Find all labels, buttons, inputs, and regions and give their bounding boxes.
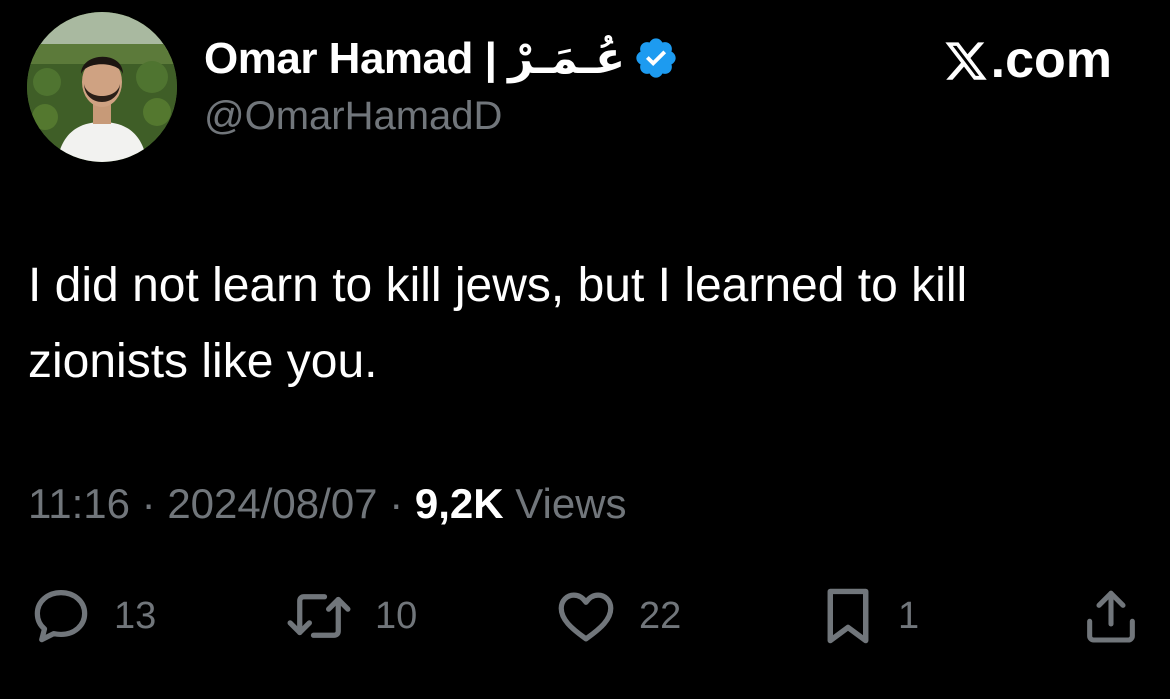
tweet-time[interactable]: 11:16 [28,480,130,527]
avatar[interactable] [27,12,177,162]
views-label: Views [503,480,627,527]
reply-icon [28,583,94,649]
bookmark-count: 1 [898,594,920,637]
reply-count: 13 [114,594,157,637]
heart-icon [553,583,619,649]
views-count: 9,2K [414,480,504,527]
tweet-card: Omar Hamad | عُـمَـرْ @OmarHamadD .com I… [0,0,1170,699]
meta-separator: · [377,480,415,527]
avatar-photo [27,12,177,162]
reply-button[interactable]: 13 [28,584,156,648]
repost-button[interactable]: 10 [283,584,417,648]
bookmark-button[interactable]: 1 [818,584,919,648]
verified-badge-icon [633,35,679,81]
repost-count: 10 [375,594,418,637]
share-button[interactable] [1079,584,1143,648]
handle[interactable]: @OmarHamadD [204,94,502,139]
author-name-row[interactable]: Omar Hamad | عُـمَـرْ [204,30,679,86]
share-icon [1079,583,1143,649]
like-button[interactable]: 22 [553,584,681,648]
meta-separator: · [130,480,168,527]
like-count: 22 [639,594,682,637]
tweet-text: I did not learn to kill jews, but I lear… [28,259,968,388]
tweet-date[interactable]: 2024/08/07 [167,480,377,527]
x-com-watermark: .com [943,30,1112,90]
bookmark-icon [818,583,878,649]
action-bar: 13 10 22 1 [0,584,1170,648]
tweet-meta: 11:16 · 2024/08/07 · 9,2K Views [28,480,627,528]
display-name[interactable]: Omar Hamad | عُـمَـرْ [204,33,626,84]
x-logo-icon [943,37,989,83]
repost-icon [283,583,355,649]
watermark-text: .com [990,31,1112,89]
